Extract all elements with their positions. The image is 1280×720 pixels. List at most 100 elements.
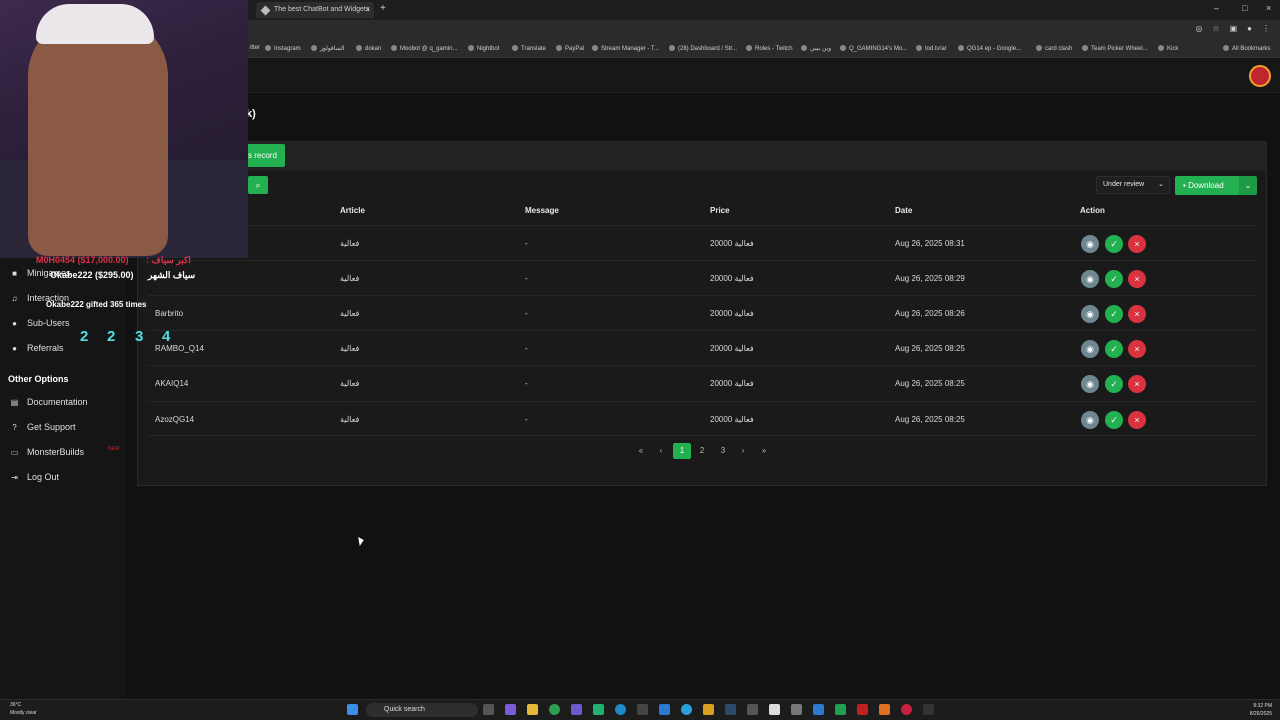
tab-close-icon[interactable]: × — [365, 2, 370, 18]
menu-dots-icon[interactable]: ⋮ — [1262, 24, 1270, 33]
steam-icon[interactable] — [725, 704, 736, 715]
app-icon[interactable] — [505, 704, 516, 715]
reject-button[interactable]: × — [1128, 235, 1146, 253]
close-window-button[interactable]: × — [1266, 3, 1271, 13]
quick-search[interactable]: Quick search — [366, 703, 478, 717]
table-row: AKAIQ14 فعالية - 20000 فعالية Aug 26, 20… — [148, 365, 1256, 400]
sidebar-item-monsterbuilds[interactable]: ▭ MonsterBuilds — [10, 447, 84, 457]
app-icon[interactable] — [637, 704, 648, 715]
reject-button[interactable]: × — [1128, 305, 1146, 323]
status-filter-select[interactable]: Under review ⌄ — [1096, 176, 1170, 194]
bookmark-item[interactable]: Roles - Twitch — [746, 45, 793, 52]
column-header-article: Article — [340, 206, 365, 215]
file-explorer-icon[interactable] — [527, 704, 538, 715]
download-button[interactable]: ▪ Download — [1175, 176, 1239, 195]
pagination-last[interactable]: » — [758, 443, 770, 459]
bookmark-item[interactable]: card clash — [1036, 45, 1072, 52]
sidebar-item-get-support[interactable]: ? Get Support — [10, 422, 75, 432]
cell-price: 20000 فعالية — [710, 379, 754, 388]
reject-button[interactable]: × — [1128, 411, 1146, 429]
view-button[interactable]: ◉ — [1081, 340, 1099, 358]
app-icon[interactable] — [901, 704, 912, 715]
xbox-icon[interactable] — [835, 704, 846, 715]
approve-button[interactable]: ✓ — [1105, 375, 1123, 393]
view-button[interactable]: ◉ — [1081, 235, 1099, 253]
approve-button[interactable]: ✓ — [1105, 340, 1123, 358]
approve-button[interactable]: ✓ — [1105, 235, 1123, 253]
view-button[interactable]: ◉ — [1081, 305, 1099, 323]
extensions-icon[interactable]: ▣ — [1230, 24, 1238, 33]
table-row: فعالية - 20000 فعالية Aug 26, 2025 08:31… — [148, 225, 1256, 260]
approve-button[interactable]: ✓ — [1105, 270, 1123, 288]
download-options-toggle[interactable]: ⌄ — [1239, 176, 1257, 195]
app-icon[interactable] — [593, 704, 604, 715]
bookmark-item[interactable]: Instagram — [265, 45, 301, 52]
windows-start-icon[interactable] — [347, 704, 358, 715]
bookmark-item[interactable]: (28) Dashboard / Str... — [669, 45, 737, 52]
pagination-page[interactable]: 3 — [717, 443, 729, 459]
bookmark-item[interactable]: وين بيبي — [801, 45, 831, 52]
app-icon[interactable] — [813, 704, 824, 715]
sidebar-item-documentation[interactable]: ▤ Documentation — [10, 397, 88, 407]
bookmark-item[interactable]: Nightbot — [468, 45, 499, 52]
telegram-icon[interactable] — [681, 704, 692, 715]
bookmark-item[interactable]: Stream Manager - T... — [592, 45, 659, 52]
reject-button[interactable]: × — [1128, 270, 1146, 288]
sidebar-item-log-out[interactable]: ⇥ Log Out — [10, 472, 59, 482]
bookmark-item[interactable]: itter — [250, 45, 260, 51]
bookmark-item[interactable]: tod.tv/ar — [916, 45, 947, 52]
bookmark-item[interactable]: QG14 ep - Google... — [958, 45, 1021, 52]
maximize-button[interactable]: □ — [1242, 3, 1247, 13]
logout-icon: ⇥ — [11, 472, 18, 482]
app-icon[interactable] — [747, 704, 758, 715]
pagination-prev[interactable]: ‹ — [655, 443, 667, 459]
sidebar-item-sub-users[interactable]: ● Sub-Users — [10, 318, 69, 328]
task-view-icon[interactable] — [483, 704, 494, 715]
view-button[interactable]: ◉ — [1081, 270, 1099, 288]
mouse-cursor-icon — [358, 537, 365, 546]
search-button[interactable]: ⌕ — [248, 176, 268, 194]
bookmark-item[interactable]: Kick — [1158, 45, 1178, 52]
bookmark-star-icon[interactable]: ☆ — [1212, 24, 1219, 33]
weather-widget[interactable]: 36°C Mostly clear — [10, 701, 37, 717]
edge-icon[interactable] — [615, 704, 626, 715]
pagination-page[interactable]: 2 — [696, 443, 708, 459]
discord-icon[interactable] — [571, 704, 582, 715]
bookmark-item[interactable]: Translate — [512, 45, 546, 52]
app-icon[interactable] — [879, 704, 890, 715]
chrome-icon[interactable] — [549, 704, 560, 715]
reject-button[interactable]: × — [1128, 375, 1146, 393]
view-button[interactable]: ◉ — [1081, 375, 1099, 393]
minimize-button[interactable]: – — [1214, 3, 1219, 13]
approve-button[interactable]: ✓ — [1105, 411, 1123, 429]
tab-title: The best ChatBot and Widgets — [274, 6, 370, 13]
bookmark-item[interactable]: dokan — [356, 45, 381, 52]
bookmark-item[interactable]: الساقولوز — [311, 45, 344, 52]
bookmark-item[interactable]: Moobot @ q_gamin... — [391, 45, 457, 52]
add-record-button[interactable]: s record — [246, 144, 285, 167]
app-icon[interactable] — [857, 704, 868, 715]
pagination-first[interactable]: « — [636, 443, 646, 459]
app-icon[interactable] — [923, 704, 934, 715]
reject-button[interactable]: × — [1128, 340, 1146, 358]
calculator-icon[interactable] — [791, 704, 802, 715]
system-clock[interactable]: 8:32 PM 8/26/2025 — [1250, 702, 1272, 718]
bookmark-item[interactable]: Team Picker Wheel... — [1082, 45, 1148, 52]
bookmark-item[interactable]: Q_GAMING14's Mo... — [840, 45, 907, 52]
app-icon[interactable] — [659, 704, 670, 715]
hide-eye-icon[interactable]: ◎ — [1195, 24, 1202, 33]
bookmark-item[interactable]: PayPal — [556, 45, 584, 52]
new-tab-button[interactable]: + — [380, 3, 386, 14]
app-icon[interactable] — [703, 704, 714, 715]
avatar[interactable] — [1249, 65, 1271, 87]
browser-tab-active[interactable]: The best ChatBot and Widgets × — [256, 2, 374, 18]
pagination-page-current[interactable]: 1 — [673, 443, 691, 459]
profile-icon[interactable]: ● — [1247, 24, 1252, 33]
approve-button[interactable]: ✓ — [1105, 305, 1123, 323]
all-bookmarks[interactable]: All Bookmarks — [1223, 45, 1270, 52]
view-button[interactable]: ◉ — [1081, 411, 1099, 429]
sidebar-item-referrals[interactable]: ● Referrals — [10, 343, 63, 353]
eye-icon: ◉ — [1086, 274, 1094, 284]
pagination-next[interactable]: › — [737, 443, 749, 459]
notepad-icon[interactable] — [769, 704, 780, 715]
